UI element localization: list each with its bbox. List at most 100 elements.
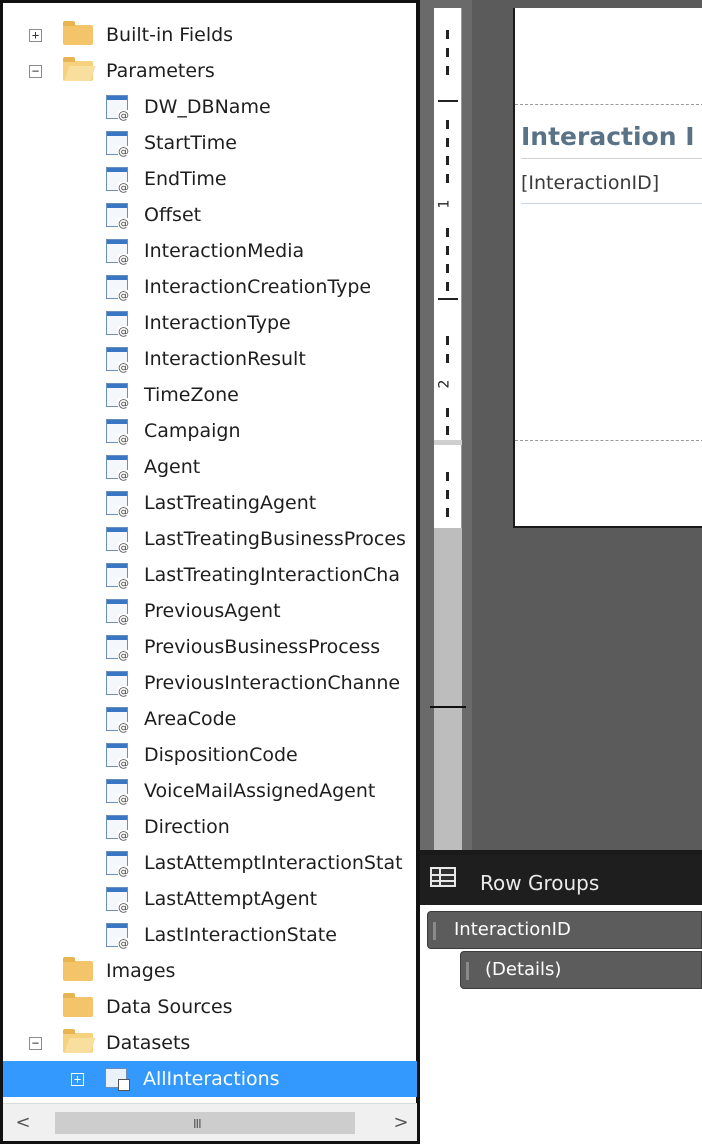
ruler-tick (446, 282, 449, 291)
tree-item-label: Campaign (144, 420, 241, 442)
expand-icon[interactable]: + (29, 29, 42, 42)
tree-item-label: StartTime (144, 132, 237, 154)
report-data-panel: + Built-in Fields − Parameters DW_DBName Star… (0, 0, 420, 1144)
scrollbar-thumb[interactable] (55, 1112, 355, 1134)
tree-item-label: Images (106, 960, 176, 982)
expand-icon[interactable]: + (71, 1073, 84, 1086)
tree-item-label: LastTreatingInteractionCha (144, 564, 400, 586)
tree-item[interactable]: DispositionCode (3, 737, 417, 773)
tree-item[interactable]: InteractionType (3, 305, 417, 341)
parameter-icon (106, 455, 129, 481)
parameter-icon (106, 815, 129, 841)
ruler-strip: 12 (434, 8, 462, 528)
collapse-icon[interactable]: − (29, 65, 42, 78)
tree-item[interactable]: InteractionResult (3, 341, 417, 377)
ruler-tick (446, 354, 449, 363)
scroll-left-arrow[interactable]: < (13, 1112, 33, 1134)
row-groups-pane: Row Groups InteractionID (Details) (420, 855, 702, 1144)
page-footer-boundary (515, 440, 702, 441)
tree-item[interactable]: InteractionCreationType (3, 269, 417, 305)
ruler-track (434, 528, 462, 850)
tree-item[interactable]: LastInteractionState (3, 917, 417, 953)
ruler-tick (446, 408, 449, 417)
parameter-icon (106, 923, 129, 949)
tree-item[interactable]: + AllInteractions (3, 1061, 417, 1097)
row-group-interactionid[interactable]: InteractionID (427, 911, 702, 949)
report-data-tree: + Built-in Fields − Parameters DW_DBName Star… (3, 17, 417, 1097)
tree-item[interactable]: Data Sources (3, 989, 417, 1025)
tree-item[interactable]: Direction (3, 809, 417, 845)
report-page[interactable]: Interaction I [InteractionID] (513, 8, 702, 528)
tree-item[interactable]: − Datasets (3, 1025, 417, 1061)
parameter-icon (106, 311, 129, 337)
row-groups-header: Row Groups (420, 855, 702, 905)
table-detail-cell[interactable]: [InteractionID] (521, 162, 702, 204)
group-drag-handle-icon[interactable] (466, 962, 469, 980)
folder-open-icon (63, 1029, 93, 1053)
tree-item[interactable]: Agent (3, 449, 417, 485)
parameter-icon (106, 203, 129, 229)
tree-item-label: LastAttemptAgent (144, 888, 318, 910)
tree-item-label: InteractionResult (144, 348, 306, 370)
tree-item-label: DW_DBName (144, 96, 271, 118)
tree-item[interactable]: + Built-in Fields (3, 17, 417, 53)
ruler-tick (446, 174, 449, 183)
tree-item[interactable]: LastTreatingBusinessProces (3, 521, 417, 557)
parameter-icon (106, 851, 129, 877)
tree-item-label: Direction (144, 816, 230, 838)
tree-item[interactable]: StartTime (3, 125, 417, 161)
row-groups-title: Row Groups (480, 871, 600, 895)
tree-item-label: DispositionCode (144, 744, 298, 766)
ruler-tick (446, 246, 449, 255)
folder-open-icon (63, 57, 93, 81)
vertical-ruler: 12 (420, 0, 472, 850)
ruler-number: 2 (436, 379, 453, 389)
tree-item-label: AreaCode (144, 708, 237, 730)
ruler-tick (446, 120, 449, 129)
tree-item[interactable]: LastAttemptAgent (3, 881, 417, 917)
tree-item-label: EndTime (144, 168, 227, 190)
parameter-icon (106, 347, 129, 373)
parameter-icon (106, 131, 129, 157)
tree-item[interactable]: Offset (3, 197, 417, 233)
page-header-boundary (515, 104, 702, 105)
tree-item[interactable]: LastTreatingAgent (3, 485, 417, 521)
tree-item[interactable]: LastAttemptInteractionStat (3, 845, 417, 881)
tree-item[interactable]: VoiceMailAssignedAgent (3, 773, 417, 809)
ruler-position-marker (430, 706, 466, 708)
parameter-icon (106, 707, 129, 733)
ruler-tick (446, 490, 449, 499)
tree-item-label: VoiceMailAssignedAgent (144, 780, 376, 802)
parameter-icon (106, 95, 129, 121)
tree-item[interactable]: PreviousAgent (3, 593, 417, 629)
tree-item[interactable]: Images (3, 953, 417, 989)
row-group-label: (Details) (485, 959, 562, 980)
parameter-icon (106, 275, 129, 301)
row-group-details[interactable]: (Details) (460, 951, 702, 989)
ruler-number: 1 (436, 199, 453, 209)
tree-item[interactable]: LastTreatingInteractionCha (3, 557, 417, 593)
horizontal-scrollbar[interactable]: < III > (3, 1103, 417, 1141)
parameter-icon (106, 419, 129, 445)
tree-item[interactable]: AreaCode (3, 701, 417, 737)
tree-item[interactable]: TimeZone (3, 377, 417, 413)
tree-item-label: LastAttemptInteractionStat (144, 852, 403, 874)
tree-item-label: LastTreatingAgent (144, 492, 317, 514)
parameter-icon (106, 527, 129, 553)
tree-item[interactable]: Campaign (3, 413, 417, 449)
tree-item[interactable]: InteractionMedia (3, 233, 417, 269)
tree-item[interactable]: PreviousBusinessProcess (3, 629, 417, 665)
scroll-right-arrow[interactable]: > (391, 1112, 411, 1134)
parameter-icon (106, 239, 129, 265)
collapse-icon[interactable]: − (29, 1037, 42, 1050)
report-design-surface: 12 Interaction I [InteractionID] (420, 0, 702, 850)
tree-item[interactable]: DW_DBName (3, 89, 417, 125)
tree-item-label: PreviousBusinessProcess (144, 636, 381, 658)
parameter-icon (106, 491, 129, 517)
table-header-cell[interactable]: Interaction I (521, 115, 702, 159)
tree-item[interactable]: PreviousInteractionChanne (3, 665, 417, 701)
group-drag-handle-icon[interactable] (433, 922, 436, 940)
tree-item[interactable]: EndTime (3, 161, 417, 197)
tree-item-label: InteractionType (144, 312, 291, 334)
tree-item[interactable]: − Parameters (3, 53, 417, 89)
